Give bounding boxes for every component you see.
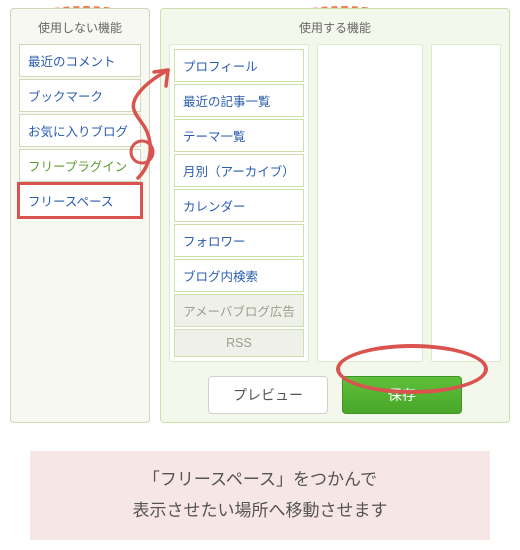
layout-editor: 使用しない機能 最近のコメントブックマークお気に入りブログフリープラグインフリー…	[0, 0, 520, 433]
used-item[interactable]: ブログ内検索	[174, 259, 304, 292]
used-panel-title: 使用する機能	[169, 17, 501, 44]
used-item[interactable]: 最近の記事一覧	[174, 84, 304, 117]
action-button-row: プレビュー 保存	[169, 376, 501, 414]
unused-panel-title: 使用しない機能	[19, 17, 141, 44]
unused-item[interactable]: 最近のコメント	[19, 44, 141, 77]
unused-item-list: 最近のコメントブックマークお気に入りブログフリープラグインフリースペース	[19, 44, 141, 217]
used-features-panel: 使用する機能 プロフィール最近の記事一覧テーマ一覧月別（アーカイブ）カレンダーフ…	[160, 8, 510, 423]
unused-item[interactable]: お気に入りブログ	[19, 114, 141, 147]
unused-item[interactable]: ブックマーク	[19, 79, 141, 112]
used-item[interactable]: テーマ一覧	[174, 119, 304, 152]
used-item[interactable]: フォロワー	[174, 224, 304, 257]
drop-column-right[interactable]	[431, 44, 501, 362]
used-item[interactable]: カレンダー	[174, 189, 304, 222]
unused-item[interactable]: フリープラグイン	[19, 149, 141, 182]
used-item[interactable]: RSS	[174, 329, 304, 357]
used-item[interactable]: アメーバブログ広告	[174, 294, 304, 327]
save-button[interactable]: 保存	[342, 376, 462, 414]
preview-button[interactable]: プレビュー	[208, 376, 328, 414]
unused-features-panel: 使用しない機能 最近のコメントブックマークお気に入りブログフリープラグインフリー…	[10, 8, 150, 423]
used-columns: プロフィール最近の記事一覧テーマ一覧月別（アーカイブ）カレンダーフォロワーブログ…	[169, 44, 501, 362]
instruction-caption: 「フリースペース」をつかんで 表示させたい場所へ移動させます	[30, 451, 490, 540]
caption-line-2: 表示させたい場所へ移動させます	[40, 496, 480, 527]
used-item[interactable]: プロフィール	[174, 49, 304, 82]
used-item-list[interactable]: プロフィール最近の記事一覧テーマ一覧月別（アーカイブ）カレンダーフォロワーブログ…	[169, 44, 309, 362]
drop-column-center[interactable]	[317, 44, 423, 362]
unused-item[interactable]: フリースペース	[19, 184, 141, 217]
used-item[interactable]: 月別（アーカイブ）	[174, 154, 304, 187]
caption-line-1: 「フリースペース」をつかんで	[40, 465, 480, 496]
panels-row: 使用しない機能 最近のコメントブックマークお気に入りブログフリープラグインフリー…	[10, 8, 510, 423]
